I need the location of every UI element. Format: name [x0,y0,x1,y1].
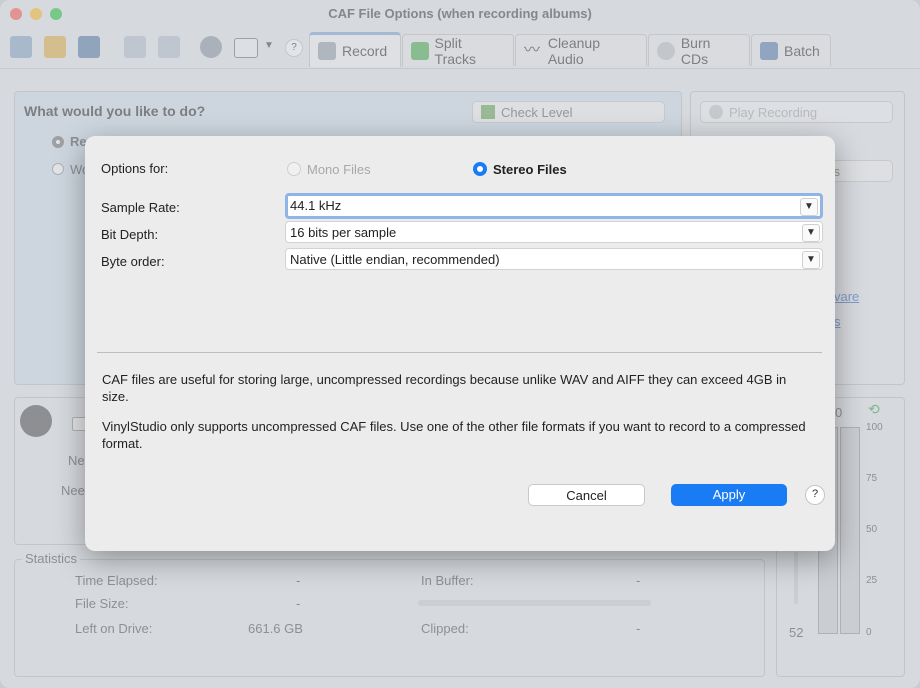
byte-order-select[interactable]: Native (Little endian, recommended) ▼ [285,248,823,270]
stereo-files-radio[interactable] [473,162,487,176]
apply-button[interactable]: Apply [671,484,787,506]
dialog-help-button[interactable]: ? [805,485,825,505]
caf-options-dialog: Options for: Mono Files Stereo Files Sam… [85,136,835,551]
chevron-down-icon: ▼ [802,224,820,242]
options-for-label: Options for: [101,161,169,176]
chevron-down-icon: ▼ [802,251,820,269]
sample-rate-label: Sample Rate: [101,200,180,215]
app-window: CAF File Options (when recording albums)… [0,0,920,688]
caf-info-paragraph: CAF files are useful for storing large, … [102,372,787,404]
caf-compression-paragraph: VinylStudio only supports uncompressed C… [102,419,806,451]
stereo-files-label: Stereo Files [493,162,567,177]
dialog-separator [97,352,822,353]
bit-depth-label: Bit Depth: [101,227,159,242]
mono-files-radio[interactable] [287,162,301,176]
mono-files-label: Mono Files [307,162,371,177]
byte-order-label: Byte order: [101,254,165,269]
sample-rate-select[interactable]: 44.1 kHz ▼ [285,193,823,219]
chevron-down-icon: ▼ [800,198,818,216]
cancel-button[interactable]: Cancel [528,484,645,506]
bit-depth-select[interactable]: 16 bits per sample ▼ [285,221,823,243]
